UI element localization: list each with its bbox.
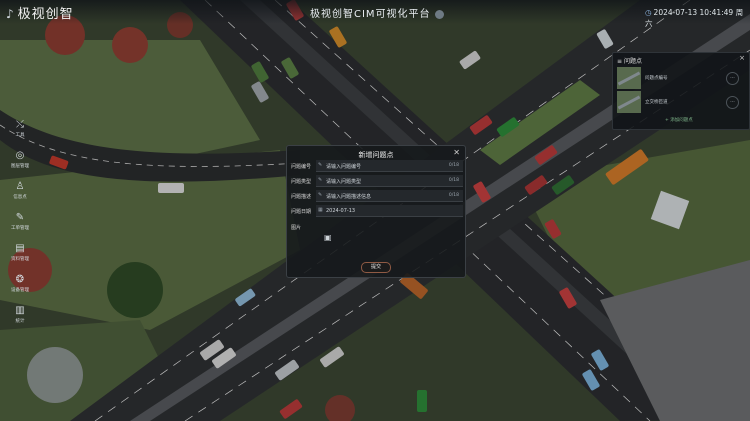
platform-title: 极视创智CIM可视化平台 [310,5,444,20]
add-issue-dialog: 新增问题点 ✕ 问题编号 ✎ 请输入问题编号 0/18 问题类型 ✎ 请输入问题… [286,145,466,278]
panel-title-text: 问题点 [623,58,642,65]
top-bar: ♪ 极视创智 极视创智CIM可视化平台 ◷ 2024-07-13 10:41:49 … [0,0,750,28]
date-value: 2024-07-13 [326,208,356,214]
field-placeholder: 请输入问题描述信息 [326,194,372,200]
issue-points-panel: ≡ 问题点 × 问题点编号 ··· 立交桥匝道 ··· + 添加问题点 [612,52,750,130]
close-icon[interactable]: ✕ [453,148,460,157]
close-icon[interactable]: × [739,54,745,62]
char-counter: 0/18 [448,178,459,183]
chart-icon: ▥ [15,305,25,316]
panel-title: ≡ 问题点 [617,56,642,65]
dialog-title: 新增问题点 [358,151,394,159]
datetime-display: ◷ 2024-07-13 10:41:49 周六 [645,7,750,29]
document-icon: ▤ [15,243,25,254]
field-row-issue-number: 问题编号 ✎ 请输入问题编号 0/18 [291,160,463,172]
submit-button[interactable]: 提交 [361,262,391,273]
calendar-icon: ▦ [318,207,323,213]
sidebar-item-info[interactable]: ♙ 信息点 [0,180,40,211]
brand-logo: ♪ 极视创智 [6,3,74,22]
field-row-issue-date: 问题日期 ▦ 2024-07-13 [291,205,463,217]
list-item[interactable]: 立交桥匝道 ··· [617,91,741,113]
sidebar-item-devices[interactable]: ❂ 设备管理 [0,273,40,304]
field-row-image: 图片 [291,221,461,233]
sidebar-item-label: 工具 [15,133,25,138]
sidebar-item-label: 信息点 [13,195,27,200]
sidebar-item-tools[interactable]: ⤯ 工具 [0,118,40,149]
device-icon: ❂ [15,274,25,285]
char-counter: 0/18 [448,193,459,198]
platform-title-text: 极视创智CIM可视化平台 [310,9,431,20]
datetime-text: 2024-07-13 10:41:49 周六 [645,8,744,28]
clock-icon: ◷ [645,8,652,17]
field-label: 问题编号 [291,164,312,170]
list-item-label: 问题点编号 [645,76,668,81]
issue-date-picker[interactable]: ▦ 2024-07-13 [316,205,463,217]
field-label: 问题类型 [291,179,312,185]
sidebar-item-label: 图层管理 [11,164,29,169]
field-label: 问题日期 [291,209,312,215]
sidebar-item-stats[interactable]: ▥ 统计 [0,304,40,335]
left-sidebar: ⤯ 工具 ◎ 图层管理 ♙ 信息点 ✎ 工单管理 ▤ 资料管理 ❂ 设备管理 ▥ 统计 [0,118,40,335]
field-row-issue-type: 问题类型 ✎ 请输入问题类型 0/18 [291,175,463,187]
layers-icon: ◎ [15,150,25,161]
sidebar-item-label: 工单管理 [11,226,29,231]
edit-icon: ✎ [318,192,323,198]
thumbnail-image [617,67,641,89]
more-button[interactable]: ··· [726,96,739,109]
title-badge-icon[interactable] [434,9,444,19]
app-name: 极视创智 [17,7,74,22]
field-row-issue-description: 问题描述 ✎ 请输入问题描述信息 0/18 [291,190,463,202]
image-upload-icon[interactable]: ▣ [324,233,332,242]
issue-type-input[interactable]: ✎ 请输入问题类型 0/18 [316,175,463,187]
list-item[interactable]: 问题点编号 ··· [617,67,741,89]
add-issue-point-link[interactable]: + 添加问题点 [665,117,693,123]
sidebar-item-workorder[interactable]: ✎ 工单管理 [0,211,40,242]
field-placeholder: 请输入问题类型 [326,179,362,185]
edit-icon: ✎ [318,177,323,183]
sidebar-item-documents[interactable]: ▤ 资料管理 [0,242,40,273]
sidebar-item-layers[interactable]: ◎ 图层管理 [0,149,40,180]
sidebar-item-label: 设备管理 [11,288,29,293]
more-button[interactable]: ··· [726,72,739,85]
edit-icon: ✎ [318,162,323,168]
logo-icon: ♪ [6,7,15,21]
issue-number-input[interactable]: ✎ 请输入问题编号 0/18 [316,160,463,172]
person-icon: ♙ [15,181,25,192]
field-placeholder: 请输入问题编号 [326,164,362,170]
issue-description-input[interactable]: ✎ 请输入问题描述信息 0/18 [316,190,463,202]
edit-icon: ✎ [15,212,25,223]
list-item-label: 立交桥匝道 [645,100,668,105]
char-counter: 0/18 [448,163,459,168]
ruler-icon: ⤯ [16,119,24,130]
field-label: 问题描述 [291,194,312,200]
sidebar-item-label: 统计 [15,319,25,324]
sidebar-item-label: 资料管理 [11,257,29,262]
thumbnail-image [617,91,641,113]
field-label: 图片 [291,225,302,231]
issue-point-icon: ≡ [617,58,624,65]
